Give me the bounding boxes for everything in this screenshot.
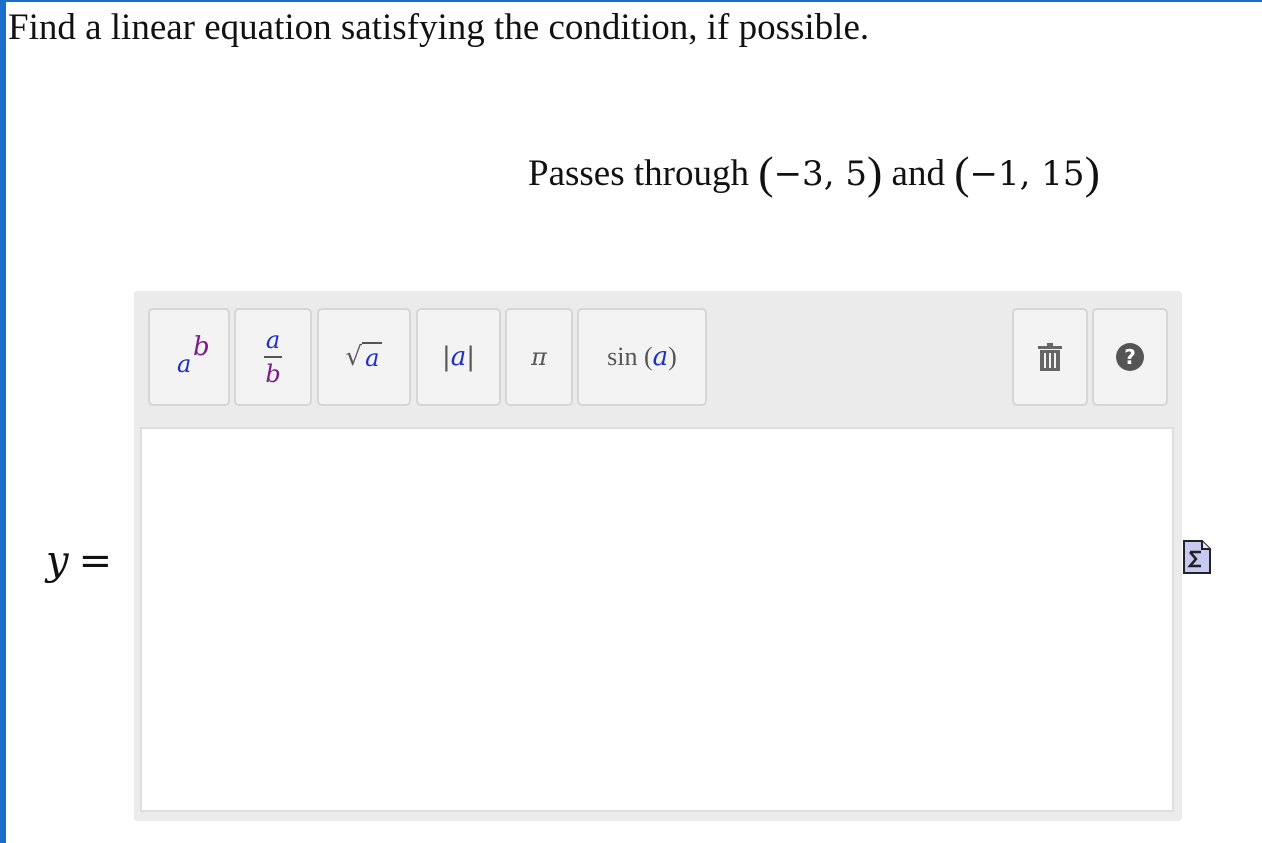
question-condition: Passes through (−3, 5) and (−1, 15) (528, 147, 1100, 198)
fraction-icon: a b (264, 326, 282, 388)
fraction-button[interactable]: a b (234, 308, 312, 406)
frame-top-border (0, 0, 1262, 2)
condition-text: Passes through (528, 153, 749, 194)
question-prompt: Find a linear equation satisfying the co… (8, 7, 870, 48)
sine-icon: sin (a) (607, 342, 677, 372)
square-root-icon: √ a (346, 342, 383, 372)
square-root-button[interactable]: √ a (317, 308, 411, 406)
math-editor: a b a b √ a | a | π sin (a) ? (134, 291, 1182, 821)
help-button[interactable]: ? (1092, 308, 1168, 406)
sine-button[interactable]: sin (a) (577, 308, 707, 406)
pi-button[interactable]: π (505, 308, 573, 406)
answer-label: y = (46, 536, 112, 586)
point2-y: 15 (1041, 154, 1085, 194)
frame-left-border (0, 0, 6, 843)
answer-input[interactable] (140, 427, 1174, 812)
clear-button[interactable] (1012, 308, 1088, 406)
answer-variable: y (46, 538, 69, 584)
pi-icon: π (531, 343, 547, 371)
point2-x: −1 (969, 154, 1020, 194)
absolute-value-button[interactable]: | a | (416, 308, 501, 406)
absolute-value-icon: | a | (441, 342, 476, 372)
math-editor-icon[interactable] (1183, 540, 1211, 574)
superscript-icon: a b (177, 332, 210, 378)
trash-icon (1038, 343, 1062, 371)
condition-connector: and (891, 153, 945, 194)
help-icon: ? (1116, 343, 1144, 371)
superscript-button[interactable]: a b (148, 308, 230, 406)
equals-sign: = (78, 538, 113, 584)
point1-y: 5 (845, 154, 867, 194)
point1-x: −3 (773, 154, 824, 194)
